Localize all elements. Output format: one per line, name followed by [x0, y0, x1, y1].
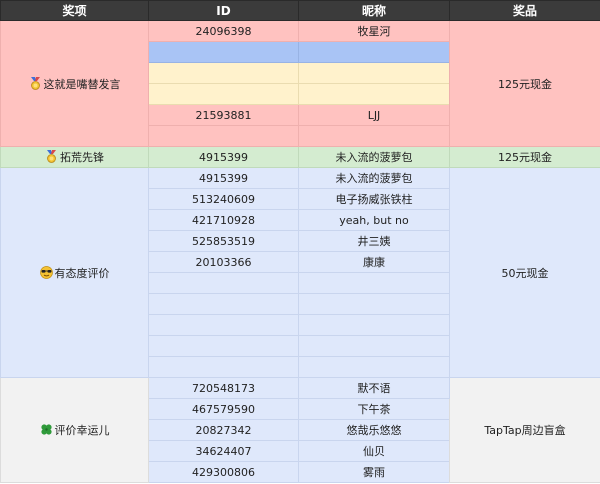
nickname-cell: 电子扬威张铁柱	[298, 188, 450, 210]
id-cell: 525853519	[148, 230, 299, 252]
id-cell	[148, 314, 299, 336]
awards-table: 奖项 ID 昵称 奖品 这就是嘴替发言 24096398 牧星河 125元现金	[0, 0, 600, 483]
id-cell: 21593881	[148, 104, 299, 126]
award-name-cell: 评价幸运儿	[0, 377, 149, 483]
nickname-cell	[298, 272, 450, 294]
nickname-cell	[298, 41, 450, 63]
nickname-cell: 井三姨	[298, 230, 450, 252]
header-row: 奖项 ID 昵称 奖品	[0, 0, 600, 21]
id-cell	[148, 293, 299, 315]
nickname-cell	[298, 335, 450, 357]
id-cell: 20103366	[148, 251, 299, 273]
nickname-cell: 雾雨	[298, 461, 450, 483]
nickname-cell	[298, 293, 450, 315]
id-cell	[148, 272, 299, 294]
id-cell	[148, 62, 299, 84]
id-cell: 4915399	[148, 167, 299, 189]
award-group: 有态度评价 4915399 未入流的菠萝包 50元现金 513240609 电子…	[0, 167, 600, 378]
award-name-cell: 有态度评价	[0, 167, 149, 378]
header-award: 奖项	[0, 0, 149, 21]
nickname-cell	[298, 356, 450, 378]
nickname-cell: 未入流的菠萝包	[298, 146, 450, 168]
id-cell: 421710928	[148, 209, 299, 231]
prize-cell: 125元现金	[449, 146, 600, 168]
id-cell: 513240609	[148, 188, 299, 210]
id-cell: 24096398	[148, 20, 299, 42]
award-name: 评价幸运儿	[54, 424, 110, 437]
medal-icon	[29, 76, 42, 90]
header-prize: 奖品	[449, 0, 600, 21]
id-cell: 4915399	[148, 146, 299, 168]
nickname-cell: LJJ	[298, 104, 450, 126]
id-cell	[148, 83, 299, 105]
four-leaf-clover-icon	[40, 423, 53, 436]
nickname-cell	[298, 83, 450, 105]
prize-cell: TapTap周边盲盒	[449, 377, 600, 483]
nickname-cell	[298, 314, 450, 336]
nickname-cell: 仙贝	[298, 440, 450, 462]
award-name: 有态度评价	[54, 266, 110, 280]
nickname-cell: 下午茶	[298, 398, 450, 420]
id-cell	[148, 41, 299, 63]
table-row: 有态度评价 4915399 未入流的菠萝包 50元现金	[0, 167, 600, 378]
medal-icon	[45, 150, 58, 163]
table-row: 这就是嘴替发言 24096398 牧星河 125元现金	[0, 20, 600, 147]
header-id: ID	[148, 0, 299, 21]
nickname-cell: 默不语	[298, 377, 450, 399]
id-cell	[148, 125, 299, 147]
id-cell: 20827342	[148, 419, 299, 441]
award-group: 这就是嘴替发言 24096398 牧星河 125元现金 21593881 LJJ	[0, 20, 600, 147]
award-name-cell: 拓荒先锋	[0, 146, 149, 168]
id-cell	[148, 356, 299, 378]
header-nickname: 昵称	[298, 0, 450, 21]
award-group: 拓荒先锋 4915399 未入流的菠萝包 125元现金	[0, 146, 600, 168]
nickname-cell	[298, 125, 450, 147]
nickname-cell: 康康	[298, 251, 450, 273]
prize-cell: 125元现金	[449, 20, 600, 147]
id-cell	[148, 335, 299, 357]
award-name: 这就是嘴替发言	[43, 77, 121, 91]
id-cell: 720548173	[148, 377, 299, 399]
award-group: 评价幸运儿 720548173 默不语 TapTap周边盲盒 467579590…	[0, 377, 600, 483]
award-name: 拓荒先锋	[60, 151, 104, 164]
nickname-cell: 牧星河	[298, 20, 450, 42]
prize-cell: 50元现金	[449, 167, 600, 378]
award-name-cell: 这就是嘴替发言	[0, 20, 149, 147]
nickname-cell: 未入流的菠萝包	[298, 167, 450, 189]
nickname-cell: 悠哉乐悠悠	[298, 419, 450, 441]
sunglasses-face-icon	[39, 265, 53, 279]
id-cell: 467579590	[148, 398, 299, 420]
id-cell: 429300806	[148, 461, 299, 483]
id-cell: 34624407	[148, 440, 299, 462]
table-row: 拓荒先锋 4915399 未入流的菠萝包 125元现金	[0, 146, 600, 168]
table-row: 评价幸运儿 720548173 默不语 TapTap周边盲盒	[0, 377, 600, 483]
nickname-cell	[298, 62, 450, 84]
nickname-cell: yeah, but no	[298, 209, 450, 231]
